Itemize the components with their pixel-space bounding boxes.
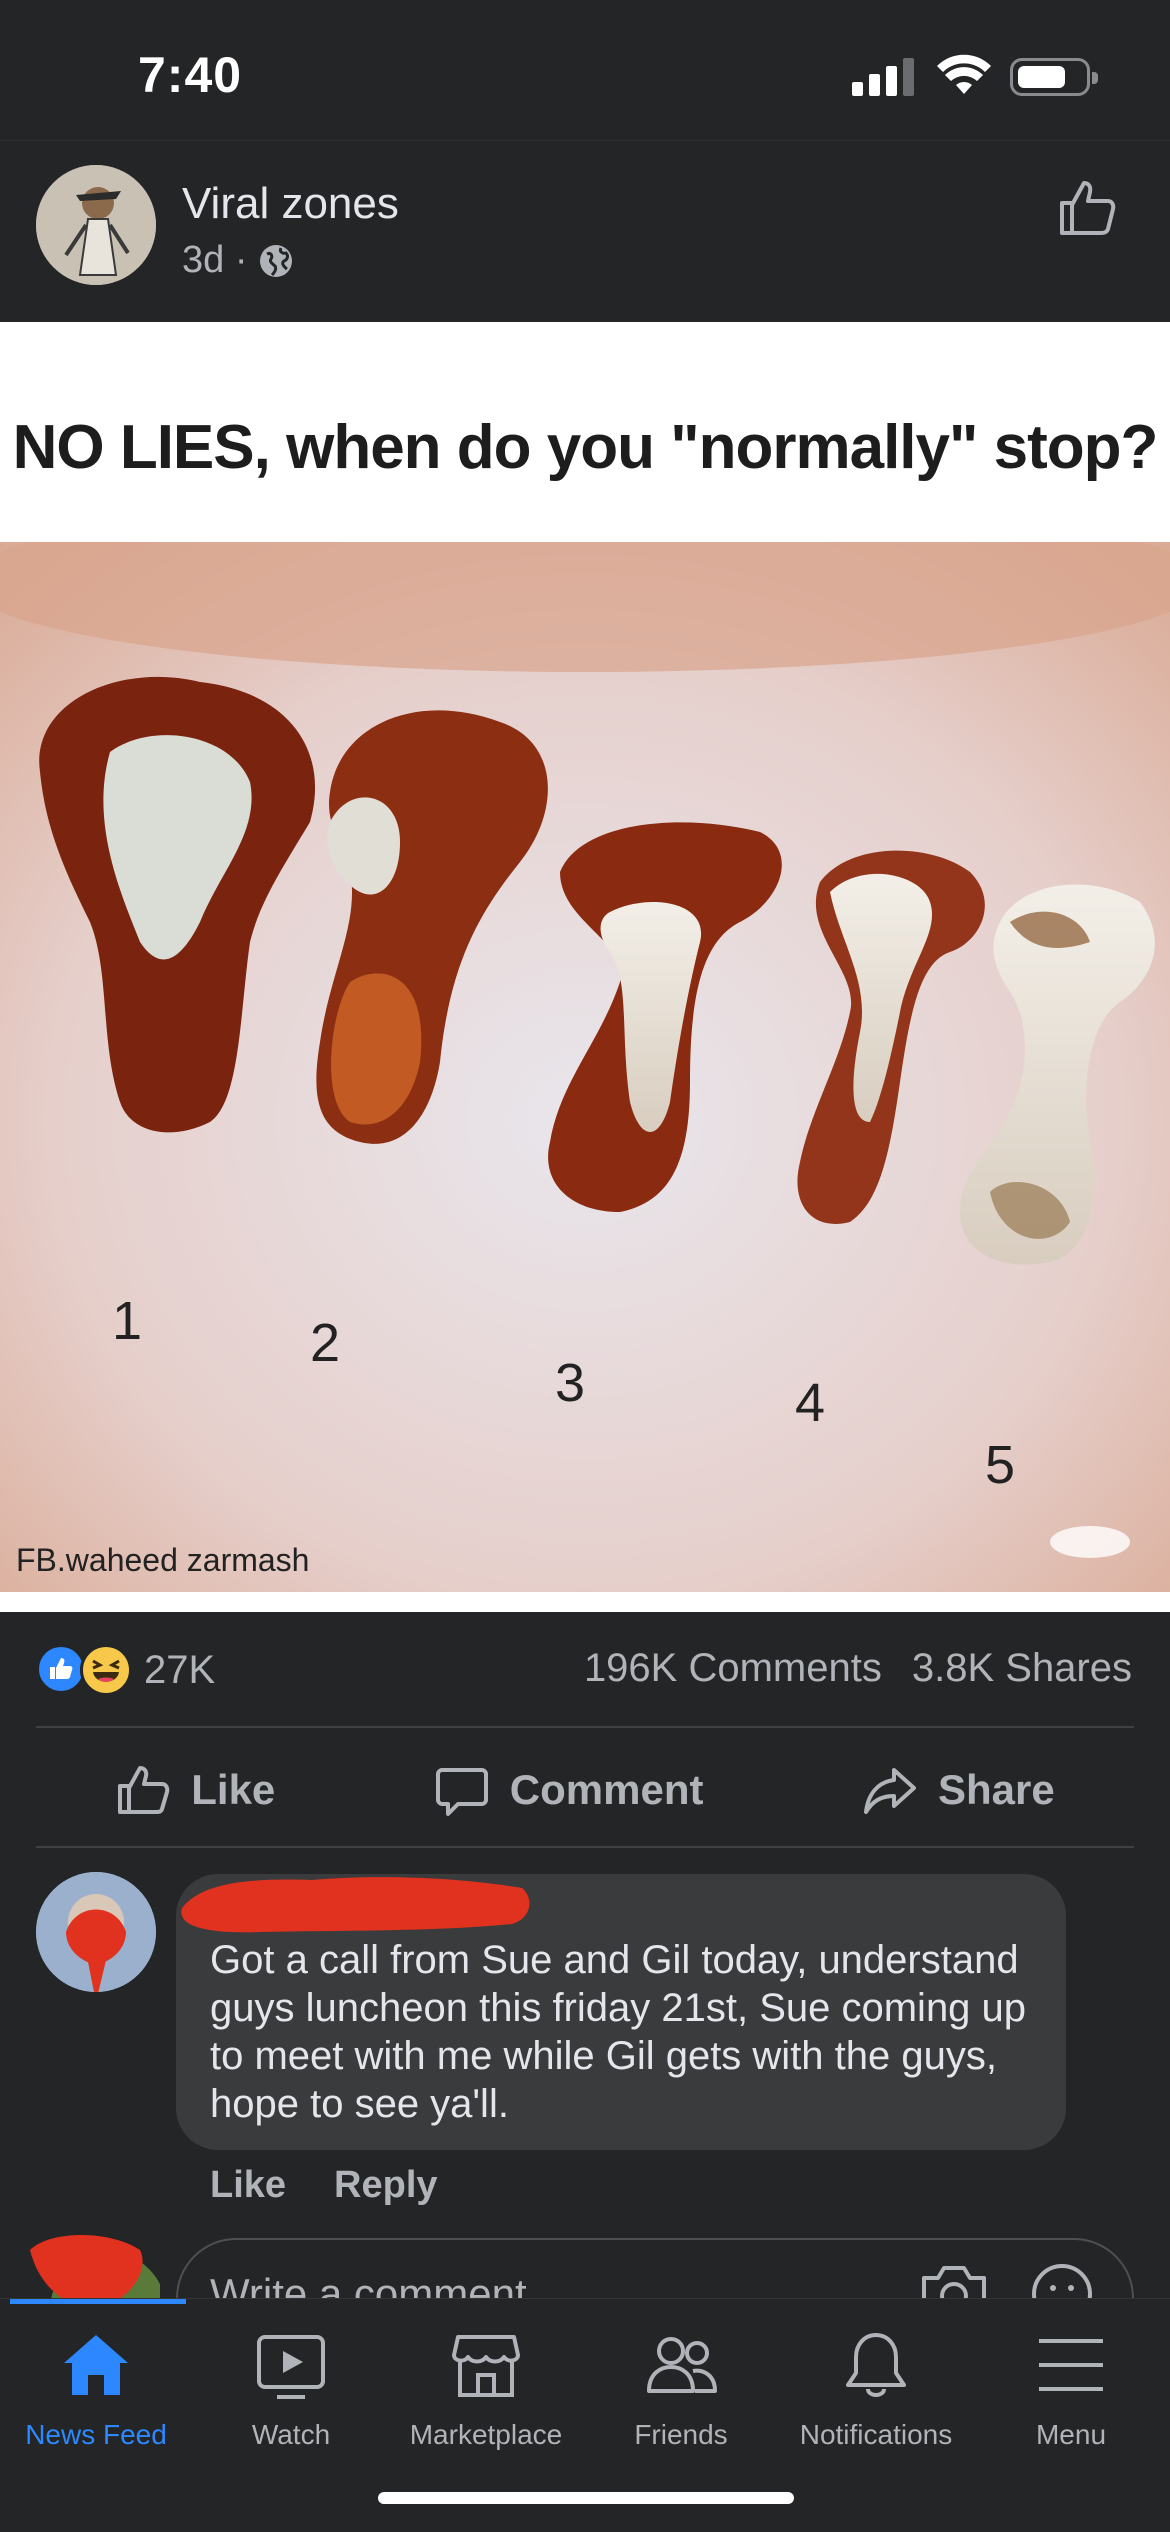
- comment-button[interactable]: Comment: [434, 1762, 704, 1818]
- tab-news-feed[interactable]: News Feed: [0, 2327, 194, 2477]
- share-icon: [863, 1768, 916, 1814]
- page-name[interactable]: Viral zones: [182, 179, 399, 229]
- home-indicator[interactable]: [378, 2492, 794, 2504]
- status-bar: 7:40: [0, 0, 1170, 140]
- comment-text: Got a call from Sue and Gil today, under…: [210, 1938, 1027, 2126]
- tab-label: Watch: [251, 2419, 331, 2450]
- tab-label: News Feed: [25, 2419, 167, 2450]
- post-meta: 3d ·: [182, 239, 295, 282]
- divider: [36, 1726, 1134, 1728]
- marketplace-icon: [452, 2335, 520, 2397]
- watch-icon: [257, 2335, 325, 2399]
- comment-like-link[interactable]: Like: [210, 2164, 286, 2207]
- like-button[interactable]: Like: [115, 1762, 275, 1818]
- tab-label: Friends: [634, 2419, 728, 2450]
- like-icon: [118, 1766, 170, 1814]
- commenter-avatar[interactable]: [36, 1872, 156, 1992]
- tab-label: Notifications: [799, 2419, 953, 2450]
- meme-caption: NO LIES, when do you "normally" stop?: [12, 413, 1159, 482]
- active-tab-indicator: [10, 2299, 186, 2304]
- reaction-count: 27K: [144, 1647, 216, 1692]
- image-watermark: FB.waheed zarmash: [16, 1542, 310, 1578]
- tab-label: Menu: [1035, 2419, 1107, 2450]
- share-label: Share: [937, 1766, 1055, 1813]
- wing-number-2: 2: [310, 1313, 341, 1373]
- post-stats: 196K Comments 3.8K Shares: [584, 1646, 1132, 1691]
- comment-reply-link[interactable]: Reply: [334, 2164, 437, 2207]
- post-actions: Like Comment Share: [36, 1730, 1134, 1850]
- comment-label: Comment: [509, 1766, 704, 1813]
- comment-actions: Like Reply: [210, 2164, 438, 2207]
- wing-number-1: 1: [112, 1291, 143, 1351]
- share-button[interactable]: Share: [862, 1762, 1055, 1818]
- tab-friends[interactable]: Friends: [583, 2327, 779, 2477]
- wing-number-5: 5: [985, 1435, 1016, 1495]
- comment-icon: [435, 1768, 488, 1816]
- cellular-signal-icon: [852, 58, 916, 96]
- redacted-commenter-name: [181, 1877, 530, 1933]
- comments-count[interactable]: 196K Comments: [584, 1646, 882, 1691]
- post-header: Viral zones 3d ·: [0, 140, 1170, 322]
- tab-notifications[interactable]: Notifications: [778, 2327, 974, 2477]
- tab-label: Marketplace: [409, 2419, 563, 2450]
- home-icon: [64, 2335, 128, 2395]
- tab-watch[interactable]: Watch: [193, 2327, 389, 2477]
- shares-count[interactable]: 3.8K Shares: [912, 1646, 1132, 1691]
- tab-marketplace[interactable]: Marketplace: [388, 2327, 584, 2477]
- battery-icon: [1010, 58, 1098, 96]
- tab-menu[interactable]: Menu: [973, 2327, 1169, 2477]
- bell-icon: [846, 2333, 906, 2397]
- page-avatar[interactable]: [36, 165, 156, 285]
- post-image[interactable]: NO LIES, when do you "normally" stop? 1 …: [0, 322, 1170, 1612]
- menu-icon: [1039, 2339, 1103, 2391]
- wing-number-4: 4: [795, 1373, 826, 1433]
- wifi-icon: [937, 54, 991, 94]
- like-label: Like: [191, 1766, 276, 1813]
- public-globe-icon: [260, 244, 293, 277]
- status-time: 7:40: [138, 47, 243, 103]
- post-time: 3d ·: [182, 239, 248, 281]
- friends-icon: [647, 2337, 717, 2393]
- reactions-summary[interactable]: 27K: [36, 1640, 215, 1700]
- haha-reaction-icon: [80, 1644, 132, 1696]
- like-reaction-icon: [36, 1644, 86, 1694]
- wing-number-3: 3: [555, 1353, 586, 1413]
- like-page-icon[interactable]: [1056, 177, 1118, 239]
- divider: [36, 1846, 1134, 1848]
